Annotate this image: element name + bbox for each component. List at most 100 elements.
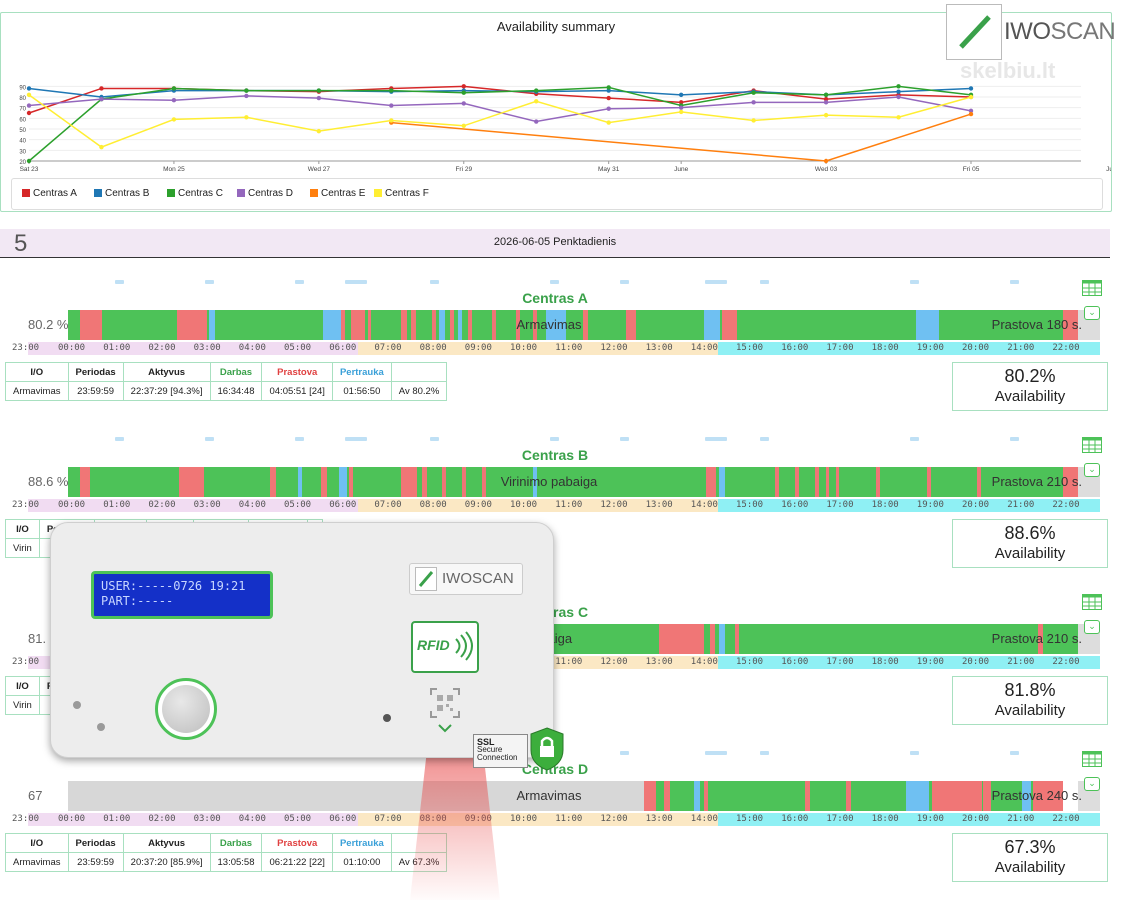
data-point <box>26 86 32 91</box>
data-point <box>244 93 249 99</box>
legend-item[interactable]: Centras B <box>94 188 149 199</box>
chevron-down-icon[interactable]: ⌄ <box>1084 463 1100 477</box>
cell-io: Virin <box>5 695 40 715</box>
timeline-marker <box>345 437 367 441</box>
legend-item[interactable]: Centras D <box>237 188 293 199</box>
col-pause: Pertrauka <box>331 833 392 853</box>
data-point <box>26 92 32 98</box>
timeline-marker <box>760 437 769 441</box>
legend-swatch <box>310 189 318 197</box>
hour-label: 01:00 <box>103 814 131 824</box>
hour-label-first: 23:00 <box>12 657 40 667</box>
hour-label: 17:00 <box>826 814 854 824</box>
io-summary-table: I/O Periodas Aktyvus Darbas Prastova Per… <box>5 833 448 872</box>
scan-button[interactable] <box>155 678 217 740</box>
hour-label: 13:00 <box>645 500 673 510</box>
x-tick-label: Mon 25 <box>163 166 185 173</box>
hour-label: 22:00 <box>1052 343 1080 353</box>
hour-label: 22:00 <box>1052 657 1080 667</box>
table-view-icon[interactable] <box>1082 280 1102 296</box>
lcd-line-part: PART:----- <box>101 594 174 608</box>
timeline-marker <box>295 437 304 441</box>
hour-label: 05:00 <box>284 814 312 824</box>
table-row: Armavimas 23:59:59 20:37:20 [85.9%] 13:0… <box>5 852 448 872</box>
legend-item[interactable]: Centras A <box>22 188 77 199</box>
availability-value: 88.6% <box>1004 523 1056 543</box>
qr-scan-icon <box>430 688 460 733</box>
availability-value: 80.2% <box>1004 366 1056 386</box>
table-view-icon[interactable] <box>1082 437 1102 453</box>
cell-io: Armavimas <box>5 852 69 872</box>
data-point <box>534 88 539 93</box>
hour-label: 03:00 <box>193 814 221 824</box>
data-point <box>823 92 829 98</box>
data-point <box>896 115 901 120</box>
data-point <box>678 92 684 98</box>
cell-io: Armavimas <box>5 381 69 401</box>
hour-label: 17:00 <box>826 500 854 510</box>
timeline-marker <box>620 437 629 441</box>
data-point <box>606 120 611 125</box>
hour-label: 11:00 <box>555 657 583 667</box>
data-point <box>968 94 974 100</box>
hour-label: 17:00 <box>826 343 854 353</box>
chevron-down-icon[interactable]: ⌄ <box>1084 306 1100 320</box>
chart-legend: Centras A Centras B Centras C Centras D Cent… <box>11 178 1103 210</box>
chevron-down-icon[interactable]: ⌄ <box>1084 620 1100 634</box>
cell-pause: 01:56:50 <box>331 381 392 401</box>
hour-label: 10:00 <box>510 343 538 353</box>
timeline-marker <box>205 280 214 284</box>
data-point <box>244 88 249 93</box>
hour-label: 06:00 <box>329 343 357 353</box>
availability-card: 67.3% Availability <box>952 833 1108 882</box>
legend-label: Centras C <box>178 188 224 199</box>
x-tick-label: Sat 23 <box>20 166 39 173</box>
timeline-marker <box>620 751 629 755</box>
legend-item[interactable]: Centras E <box>310 188 365 199</box>
timeline-marker <box>430 280 439 284</box>
hour-label: 15:00 <box>736 657 764 667</box>
availability-percent: 81. <box>28 631 47 646</box>
table-view-icon[interactable] <box>1082 751 1102 767</box>
legend-item[interactable]: Centras C <box>167 188 223 199</box>
timeline-marker <box>620 280 629 284</box>
availability-percent: 67 <box>28 788 43 803</box>
hour-label: 06:00 <box>329 500 357 510</box>
data-point <box>896 89 901 94</box>
device-brand-plate: IWOSCAN <box>409 563 523 595</box>
hour-label: 16:00 <box>781 814 809 824</box>
data-point <box>389 118 394 123</box>
data-point <box>316 95 322 101</box>
hour-label: 11:00 <box>555 814 583 824</box>
data-point <box>823 100 829 105</box>
hour-label: 13:00 <box>645 343 673 353</box>
watermark-text: skelbiu.lt <box>960 58 1056 83</box>
hour-label: 04:00 <box>238 814 266 824</box>
hour-label: 02:00 <box>148 343 176 353</box>
timeline-markers <box>0 280 1110 284</box>
hour-label: 18:00 <box>871 814 899 824</box>
hour-label: 14:00 <box>690 500 718 510</box>
data-point <box>461 123 466 128</box>
y-tick-label: 90 <box>19 85 26 91</box>
data-point <box>389 103 394 108</box>
series-line <box>28 85 972 162</box>
legend-swatch <box>374 189 382 197</box>
availability-line-chart: 2030405060708090Sat 23 Mon 25 Wed 27 Fri 29… <box>19 84 1111 173</box>
iwoscan-logo-icon <box>946 4 1002 60</box>
hour-label: 07:00 <box>374 814 402 824</box>
table-view-icon[interactable] <box>1082 594 1102 610</box>
legend-swatch <box>94 189 102 197</box>
downtime-label: Prastova 210 s. <box>991 631 1082 646</box>
timeline-marker <box>705 751 727 755</box>
current-state-label: Virinimo pabaiga <box>500 474 598 489</box>
chevron-down-icon[interactable]: ⌄ <box>1084 777 1100 791</box>
data-point <box>99 86 104 91</box>
timeline-marker <box>910 751 919 755</box>
hour-label: 16:00 <box>781 657 809 667</box>
legend-item[interactable]: Centras F <box>374 188 429 199</box>
availability-value: 67.3% <box>1004 837 1056 857</box>
hour-label: 08:00 <box>419 500 447 510</box>
timeline-marker <box>115 280 124 284</box>
timeline-marker <box>910 280 919 284</box>
